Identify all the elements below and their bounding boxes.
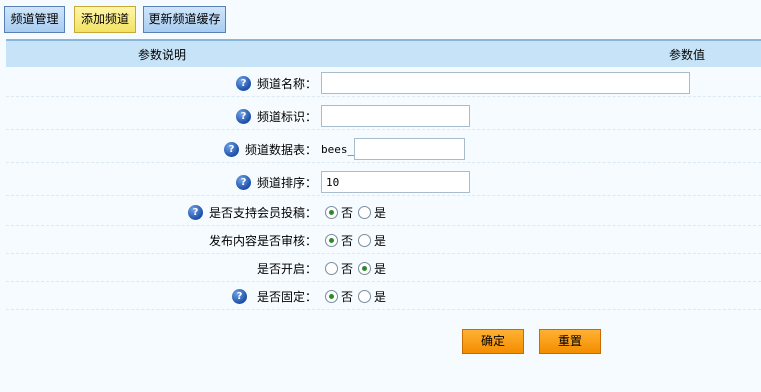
radio-label-yes: 是	[374, 289, 387, 304]
help-icon[interactable]: ?	[235, 174, 251, 190]
field-label: ? 是否支持会员投稿：	[187, 198, 317, 226]
channel-id-input[interactable]	[321, 105, 470, 127]
add-channel-button[interactable]: 添加频道	[74, 6, 136, 33]
radio-label-no: 否	[341, 205, 354, 220]
field-label: 发布内容是否审核：	[209, 226, 317, 254]
help-icon[interactable]: ?	[235, 75, 251, 91]
help-icon[interactable]: ?	[223, 141, 239, 157]
field-label: ? 频道数据表：	[223, 135, 317, 163]
channel-name-label: 频道名称：	[256, 76, 317, 91]
reset-button[interactable]: 重置	[539, 329, 601, 354]
field-label: ? 是否固定：	[231, 282, 317, 310]
field-label: ? 频道标识：	[235, 102, 317, 130]
help-icon[interactable]: ?	[187, 204, 203, 220]
table-header: 参数说明 参数值	[6, 39, 761, 67]
review-no-radio[interactable]	[325, 233, 338, 247]
channel-name-input[interactable]	[321, 72, 690, 94]
header-param-value: 参数值	[669, 48, 706, 62]
row-channel-order: ? 频道排序：	[6, 168, 761, 196]
radio-label-yes: 是	[374, 233, 387, 248]
radio-label-no: 否	[341, 261, 354, 276]
channel-manage-button[interactable]: 频道管理	[4, 6, 65, 33]
fixed-yes-radio[interactable]	[358, 289, 372, 303]
member-submit-yes-radio[interactable]	[358, 205, 372, 219]
confirm-button[interactable]: 确定	[462, 329, 524, 354]
table-prefix: bees_	[321, 142, 355, 156]
channel-id-label: 频道标识：	[256, 109, 317, 124]
radio-label-no: 否	[341, 289, 354, 304]
review-label: 发布内容是否审核：	[208, 233, 317, 248]
channel-order-input[interactable]	[321, 171, 470, 193]
radio-label-no: 否	[341, 233, 354, 248]
radio-label-yes: 是	[374, 261, 387, 276]
row-enabled: 是否开启： 否 是	[6, 254, 761, 282]
enabled-label: 是否开启：	[256, 261, 317, 276]
help-icon[interactable]: ?	[231, 288, 247, 304]
channel-table-input[interactable]	[354, 138, 466, 160]
channel-table-label: 频道数据表：	[244, 142, 317, 157]
member-submit-no-radio[interactable]	[325, 205, 338, 219]
header-param-desc: 参数说明	[138, 48, 187, 62]
enabled-yes-radio[interactable]	[358, 261, 372, 275]
member-submit-label: 是否支持会员投稿：	[208, 205, 317, 220]
enabled-no-radio[interactable]	[325, 261, 338, 275]
fixed-no-radio[interactable]	[325, 289, 338, 303]
update-channel-cache-button[interactable]: 更新频道缓存	[143, 6, 226, 33]
row-fixed: ? 是否固定： 否 是	[6, 282, 761, 310]
channel-order-label: 频道排序：	[256, 175, 317, 190]
row-channel-name: ? 频道名称：	[6, 69, 761, 97]
row-review: 发布内容是否审核： 否 是	[6, 226, 761, 254]
help-icon[interactable]: ?	[235, 108, 251, 124]
review-yes-radio[interactable]	[358, 233, 372, 247]
row-channel-id: ? 频道标识：	[6, 102, 761, 130]
row-member-submit: ? 是否支持会员投稿： 否 是	[6, 198, 761, 226]
radio-label-yes: 是	[374, 205, 387, 220]
field-label: ? 频道名称：	[235, 69, 317, 97]
fixed-label: 是否固定：	[256, 289, 317, 304]
field-label: 是否开启：	[257, 254, 317, 282]
row-channel-table: ? 频道数据表： bees_	[6, 135, 761, 163]
field-label: ? 频道排序：	[235, 168, 317, 196]
